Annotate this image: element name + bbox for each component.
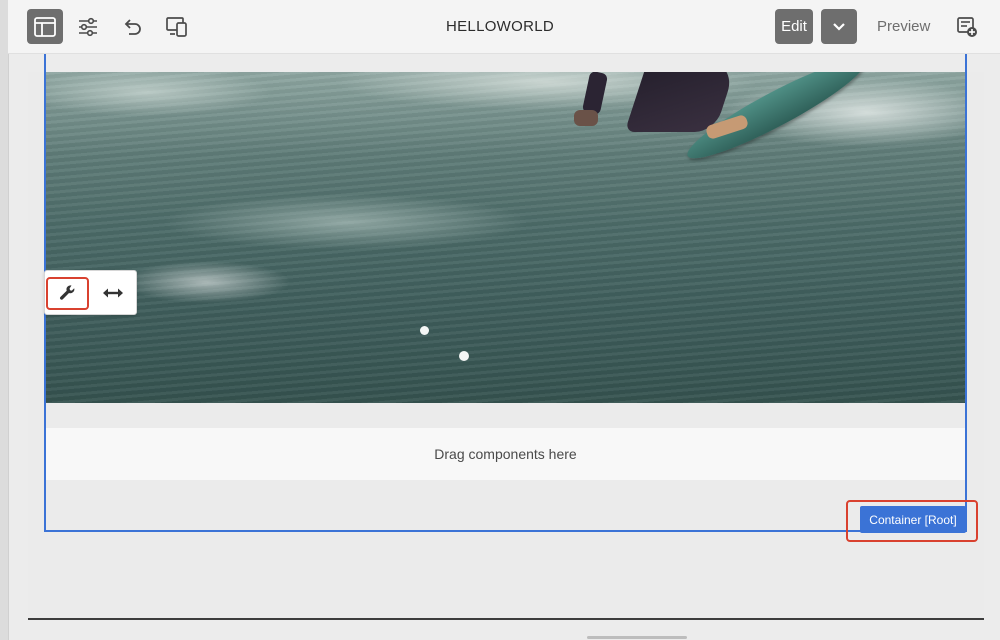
- resize-button[interactable]: [93, 275, 133, 310]
- container-badge-highlight-annotation: [846, 500, 978, 542]
- wrench-highlight-annotation: [46, 277, 89, 310]
- mode-dropdown-button[interactable]: [821, 9, 857, 44]
- annotation-button[interactable]: [949, 9, 985, 44]
- drop-zone-label: Drag components here: [434, 446, 577, 462]
- page-bottom-divider: [28, 618, 984, 620]
- preview-button[interactable]: Preview: [877, 18, 930, 35]
- resize-arrows-icon: [103, 288, 123, 297]
- editor-toolbar: HELLOWORLD Edit Preview: [8, 0, 1000, 54]
- drop-zone[interactable]: Drag components here: [46, 428, 965, 480]
- edit-mode-button[interactable]: Edit: [775, 9, 813, 44]
- annotation-icon: [957, 16, 977, 37]
- horizontal-scrollbar[interactable]: [587, 636, 687, 639]
- chevron-down-icon: [833, 22, 845, 31]
